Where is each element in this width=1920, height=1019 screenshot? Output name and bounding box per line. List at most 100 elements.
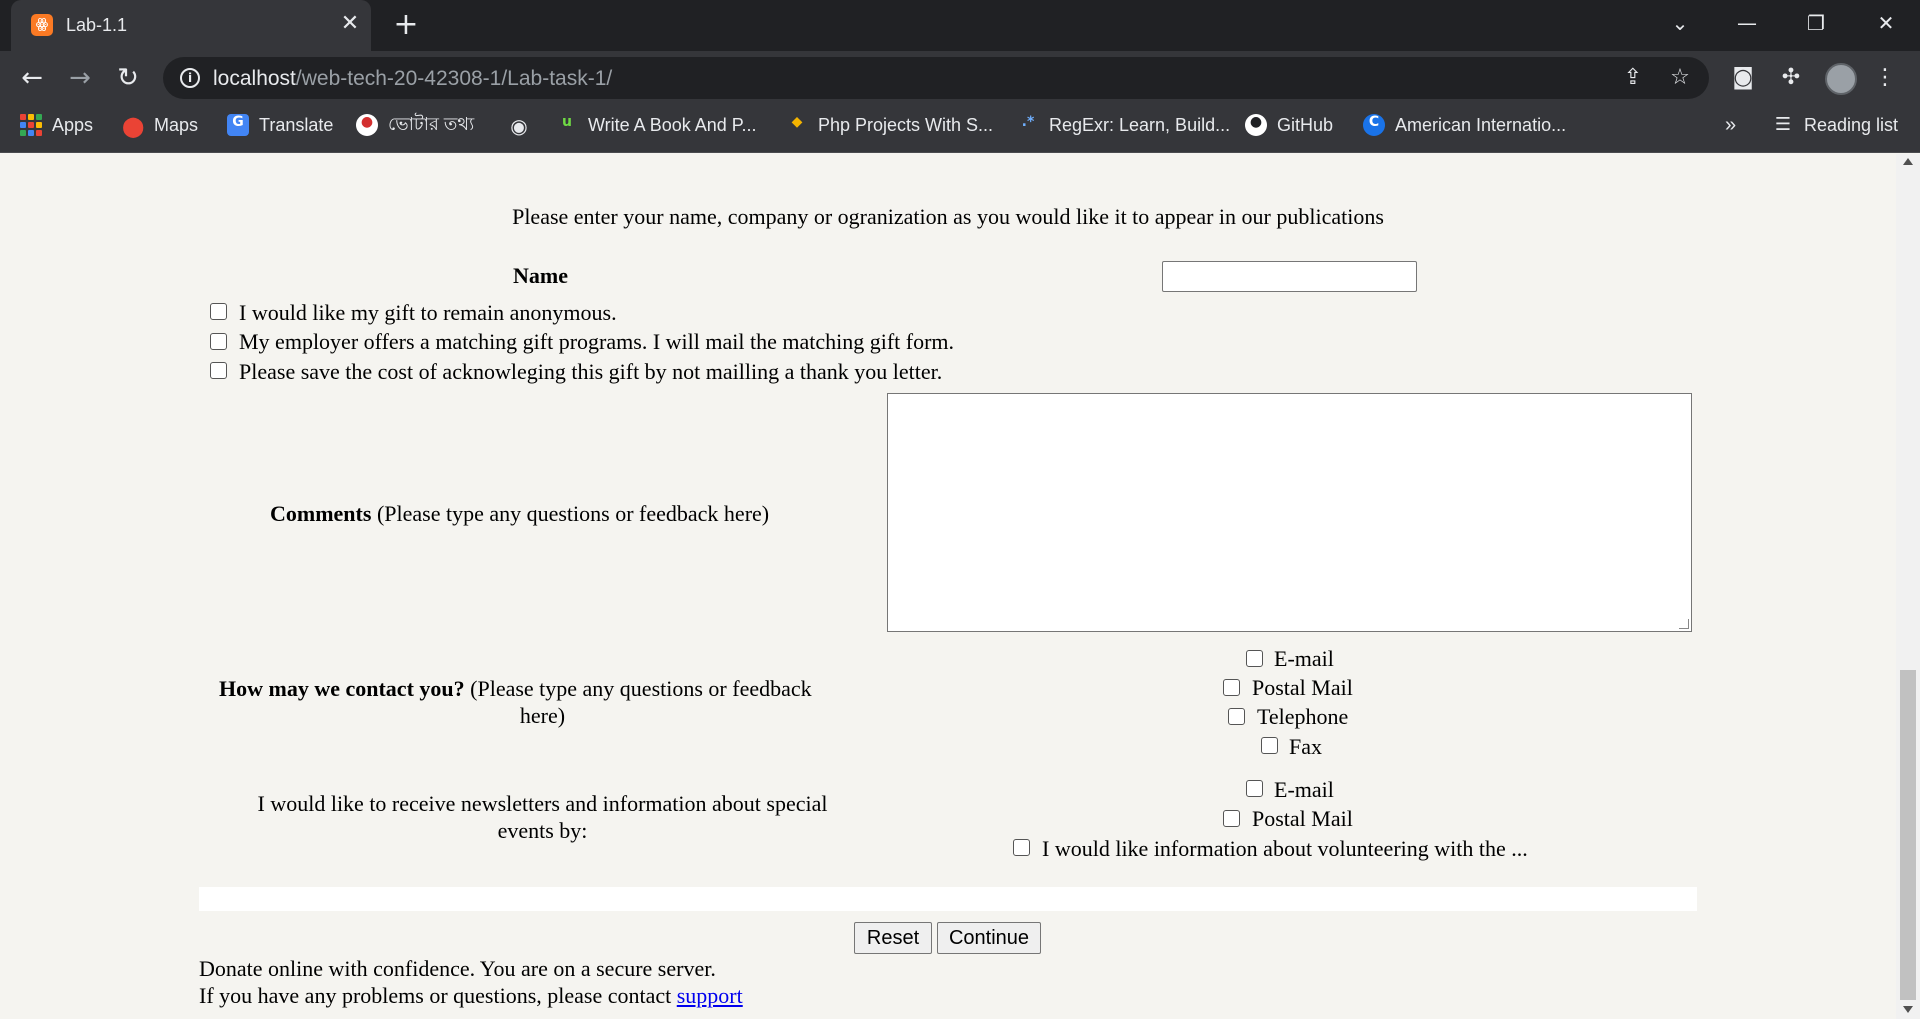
regexr-icon: .* [1021,114,1035,130]
bookmark-label: American Internatio... [1395,114,1567,135]
back-arrow-icon[interactable]: ← [14,60,50,96]
newsletter-line2: events by: [497,818,588,843]
bookmark-label: Translate [259,114,334,135]
browser-chrome: ꙮ Lab-1.1 ✕ + ⌄ — ❐ ✕ ← → ↻ i localhost/… [0,0,1920,153]
bookmark-label: Write A Book And P... [588,114,757,135]
contact-fax-label: Fax [1289,734,1322,759]
newsletter-postal-checkbox[interactable] [1223,810,1240,827]
new-tab-plus-icon[interactable]: + [390,9,422,41]
contact-telephone-label: Telephone [1257,704,1349,729]
secure-server-note: Donate online with confidence. You are o… [199,956,716,981]
reading-list-button[interactable]: ☰ Reading list [1772,105,1898,145]
contact-support-text: If you have any problems or questions, p… [199,983,677,1008]
scroll-down-arrow-icon[interactable] [1903,1006,1913,1013]
anonymous-checkbox[interactable] [210,303,227,320]
newsletter-postal-label: Postal Mail [1252,806,1353,831]
bookmark-american-international[interactable]: C American Internatio... [1363,105,1566,145]
reload-icon[interactable]: ↻ [110,60,146,96]
volunteering-label: I would like information about volunteer… [1042,836,1528,861]
reset-button[interactable]: Reset [854,922,932,954]
maps-pin-icon: ⬤ [122,114,145,138]
globe-icon: ◉ [510,114,528,138]
browser-toolbar: ← → ↻ i localhost/web-tech-20-42308-1/La… [0,51,1920,105]
no-thank-you-letter-label: Please save the cost of acknowleging thi… [239,359,943,384]
bookmarks-overflow-chevron[interactable]: » [1725,105,1736,145]
reading-list-label: Reading list [1804,114,1899,135]
bookmark-label: Php Projects With S... [818,114,994,135]
url-text[interactable]: localhost/web-tech-20-42308-1/Lab-task-1… [213,67,612,91]
continue-button[interactable]: Continue [937,922,1041,954]
site-info-icon[interactable]: i [180,68,200,88]
matching-gift-checkbox[interactable] [210,333,227,350]
bookmark-globe[interactable]: ◉ [508,105,530,145]
bookmark-label: Maps [154,114,199,135]
bookmarks-bar: Apps ⬤ Maps G Translate ● ভোটার তথ্য ◉ u… [0,105,1920,153]
close-icon[interactable]: ✕ [337,11,363,37]
support-link[interactable]: support [677,983,743,1008]
tab-strip: ꙮ Lab-1.1 ✕ + ⌄ — ❐ ✕ [0,0,1920,51]
bookmark-github[interactable]: ● GitHub [1245,105,1333,145]
menu-kebab-icon[interactable]: ⋮ [1868,61,1902,95]
bookmark-voter-info[interactable]: ● ভোটার তথ্য [356,105,474,145]
no-thank-you-letter-checkbox[interactable] [210,362,227,379]
bookmark-translate[interactable]: G Translate [227,105,333,145]
volunteering-checkbox[interactable] [1013,839,1030,856]
php-projects-icon: ◆ [791,114,803,130]
restore-icon[interactable]: ❐ [1796,6,1836,40]
page-content: Please enter your name, company or ogran… [0,154,1896,1019]
resize-grip-icon[interactable] [1679,619,1689,629]
profile-avatar[interactable] [1825,63,1857,95]
name-label: Name [513,263,568,288]
contact-fax-checkbox[interactable] [1261,737,1278,754]
contact-postal-label: Postal Mail [1252,675,1353,700]
address-bar[interactable]: i localhost/web-tech-20-42308-1/Lab-task… [163,57,1709,99]
forward-arrow-icon[interactable]: → [62,60,98,96]
page-scrollbar[interactable] [1896,154,1920,1019]
reading-list-icon: ☰ [1774,114,1792,135]
screen-capture-extension-icon[interactable]: ◙ [1726,61,1760,95]
contact-hint-line1: (Please type any questions or feedback [464,676,812,701]
xampp-icon: ꙮ [31,14,53,36]
contact-support-note: If you have any problems or questions, p… [199,983,743,1009]
bookmark-apps[interactable]: Apps [20,105,93,145]
matching-gift-label: My employer offers a matching gift progr… [239,329,955,354]
contact-postal-checkbox[interactable] [1223,679,1240,696]
bookmark-php-projects[interactable]: ◆ Php Projects With S... [786,105,993,145]
bookmark-write-a-book[interactable]: u Write A Book And P... [556,105,756,145]
comments-label-row: Comments (Please type any questions or f… [270,501,769,527]
window-close-icon[interactable]: ✕ [1866,6,1906,40]
newsletter-email-checkbox[interactable] [1246,780,1263,797]
translate-icon: G [227,114,249,136]
minimize-icon[interactable]: — [1727,6,1767,40]
bookmark-star-icon[interactable]: ☆ [1665,63,1695,93]
bd-seal-icon: ● [356,114,378,136]
contact-email-checkbox[interactable] [1246,650,1263,667]
apps-grid-icon [20,114,42,136]
contact-label-row: How may we contact you? (Please type any… [219,676,812,702]
bookmark-maps[interactable]: ⬤ Maps [122,105,198,145]
bookmark-label: Apps [52,114,94,135]
scroll-up-arrow-icon[interactable] [1903,158,1913,165]
tab-lab-1-1[interactable]: ꙮ Lab-1.1 ✕ [11,0,371,51]
extensions-puzzle-icon[interactable]: ✣ [1774,61,1808,95]
contact-hint-line2: here) [519,703,566,728]
form-divider-bar [199,887,1697,911]
name-input[interactable] [1162,261,1417,292]
bookmark-regexr[interactable]: .* RegExr: Learn, Build... [1017,105,1230,145]
form-intro: Please enter your name, company or ogran… [512,204,1384,229]
tab-search-chevron-down-icon[interactable]: ⌄ [1660,6,1700,40]
bookmark-label: GitHub [1277,114,1334,135]
bookmark-label: ভোটার তথ্য [388,113,475,134]
contact-telephone-checkbox[interactable] [1228,708,1245,725]
bookmark-label: RegExr: Learn, Build... [1049,114,1231,135]
contact-label: How may we contact you? [219,676,465,701]
github-icon: ● [1245,114,1267,136]
comments-hint: (Please type any questions or feedback h… [371,501,770,526]
url-path: /web-tech-20-42308-1/Lab-task-1/ [295,67,613,90]
tab-title: Lab-1.1 [66,15,128,35]
comments-textarea[interactable] [887,393,1692,632]
scrollbar-thumb[interactable] [1900,670,1916,1000]
comments-label: Comments [270,501,372,526]
share-icon[interactable]: ⇪ [1618,63,1648,93]
newsletter-email-label: E-mail [1274,777,1334,802]
